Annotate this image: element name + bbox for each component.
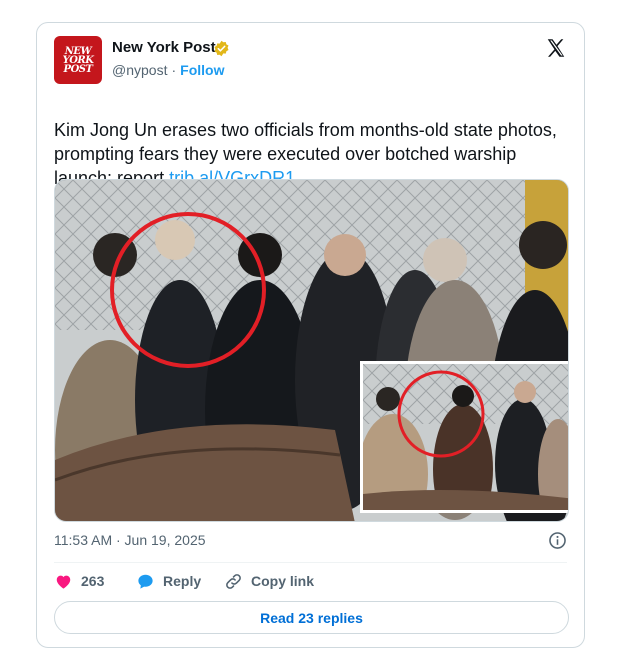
account-name[interactable]: New York Post (112, 39, 216, 56)
copy-link-label: Copy link (251, 573, 315, 589)
handle-row: @nypost · Follow (112, 62, 224, 78)
avatar-line: POST (63, 63, 93, 75)
follow-button[interactable]: Follow (180, 62, 224, 78)
inset-scene (363, 364, 568, 510)
reply-label: Reply (163, 573, 202, 589)
separator: · (171, 62, 177, 78)
avatar[interactable]: NEW YORK POST (54, 36, 102, 84)
read-replies-button[interactable]: Read 23 replies (54, 601, 569, 634)
x-logo-icon[interactable] (545, 37, 567, 59)
link-icon (226, 573, 241, 589)
tweet-body: Kim Jong Un erases two officials from mo… (54, 120, 557, 188)
divider (54, 562, 567, 563)
reply-icon (138, 574, 153, 589)
like-button[interactable]: 263 (54, 571, 104, 591)
heart-icon (56, 575, 71, 589)
tweet-card: NEW YORK POST New York Post @nypost · Foll… (36, 22, 585, 648)
timestamp[interactable]: 11:53 AM · Jun 19, 2025 (54, 532, 206, 548)
copy-link-button[interactable]: Copy link (224, 571, 314, 591)
info-icon[interactable] (548, 531, 567, 550)
inset-photo (360, 361, 568, 513)
tweet-photo[interactable] (54, 179, 569, 522)
reply-button[interactable]: Reply (136, 571, 201, 591)
account-handle[interactable]: @nypost (112, 62, 167, 78)
like-count: 263 (81, 573, 105, 589)
verified-badge-icon (214, 40, 229, 57)
